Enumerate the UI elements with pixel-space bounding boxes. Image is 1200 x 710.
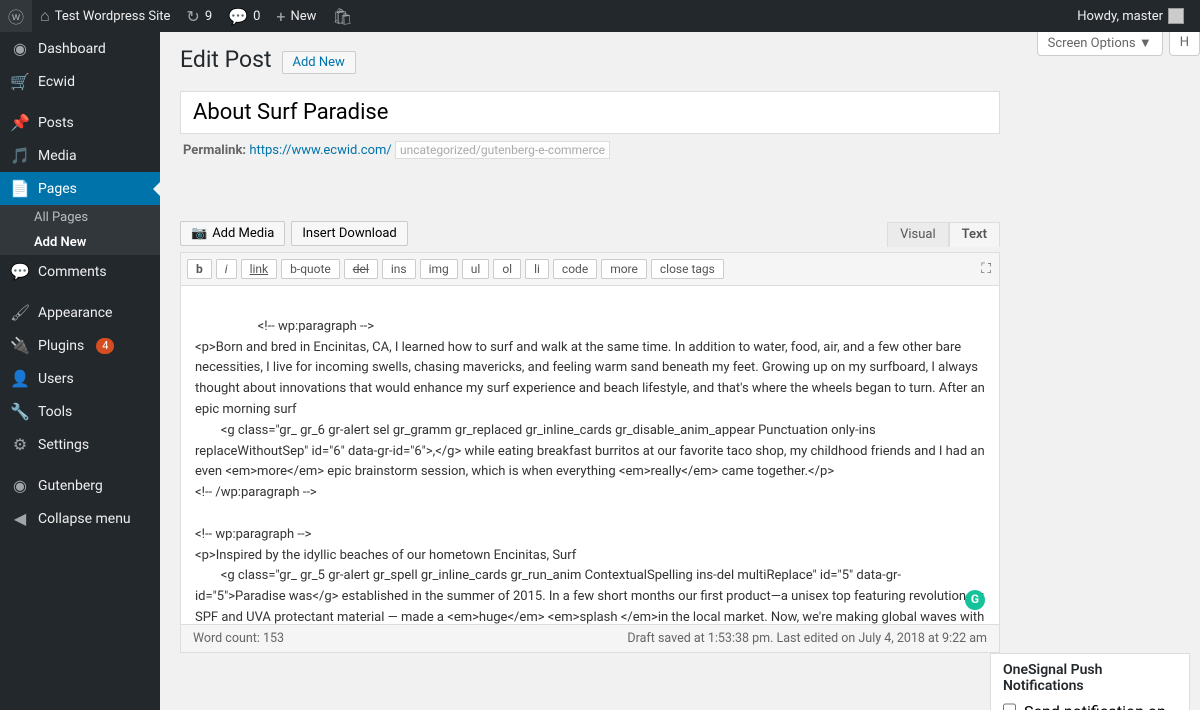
wordpress-icon: ⓦ [8,4,24,28]
grammarly-icon[interactable]: G [965,590,985,610]
tab-text[interactable]: Text [949,222,1000,247]
qt-link[interactable]: link [241,259,278,279]
add-new-button[interactable]: Add New [282,51,356,74]
onesignal-checkbox[interactable] [1003,702,1016,710]
help-button[interactable]: H [1169,32,1200,56]
sidebar-item-ecwid[interactable]: 🛒Ecwid [0,65,160,98]
editor-statusbar: Word count: 153 Draft saved at 1:53:38 p… [180,625,1000,653]
sidebar-item-plugins[interactable]: 🔌Plugins4 [0,329,160,362]
insert-download-button[interactable]: Insert Download [291,221,407,246]
avatar-icon [1168,8,1184,24]
comments-link[interactable]: 💬0 [220,0,268,32]
admin-toolbar: ⓦ ⌂ Test Wordpress Site ↻9 💬0 +New 🛍 Howd… [0,0,1200,32]
sidebar-item-dashboard[interactable]: ◉Dashboard [0,32,160,65]
sidebar-item-tools[interactable]: 🔧Tools [0,395,160,428]
toolbar-right: Howdy, master [1069,8,1192,24]
save-status: Draft saved at 1:53:38 pm. Last edited o… [627,631,987,646]
qt-close[interactable]: close tags [651,259,724,279]
metabox-column: OneSignal Push Notifications Send notifi… [990,653,1190,710]
updates-link[interactable]: ↻9 [178,0,220,32]
sidebar-item-comments[interactable]: 💬Comments [0,255,160,288]
box-onesignal: OneSignal Push Notifications Send notifi… [990,653,1190,710]
qt-code[interactable]: code [553,259,597,279]
camera-icon: 📷 [191,226,207,241]
permalink-row: Permalink: https://www.ecwid.com/ uncate… [180,140,1000,161]
ecwid-icon: 🛒 [10,72,30,91]
qt-bold[interactable]: b [187,259,212,279]
screen-meta: Screen Options ▼ H [1037,32,1200,56]
plug-icon: 🔌 [10,336,30,355]
editor-tabs: Visual Text [887,222,1000,247]
word-count: Word count: 153 [193,631,284,646]
tab-visual[interactable]: Visual [887,222,949,247]
fullscreen-icon[interactable]: ⛶ [981,261,991,277]
sidebar-item-settings[interactable]: ⚙Settings [0,428,160,461]
qt-bquote[interactable]: b-quote [281,259,340,279]
refresh-icon: ↻ [186,7,199,26]
plus-icon: + [276,7,285,26]
account-link[interactable]: Howdy, master [1069,8,1192,24]
gutenberg-icon: ◉ [10,476,30,495]
sidebar-item-users[interactable]: 👤Users [0,362,160,395]
woo-link[interactable]: 🛍 [324,0,360,32]
site-name: Test Wordpress Site [55,9,171,24]
page-title: Edit Post [180,46,272,73]
qt-img[interactable]: img [420,259,458,279]
comment-icon: 💬 [228,7,248,26]
wrench-icon: 🔧 [10,402,30,421]
pages-icon: 📄 [10,179,30,198]
pin-icon: 📌 [10,113,30,132]
sidebar-sub-all-pages[interactable]: All Pages [0,205,160,230]
sidebar-sub-add-new[interactable]: Add New [0,230,160,255]
toolbar-left: ⓦ ⌂ Test Wordpress Site ↻9 💬0 +New 🛍 [0,0,361,32]
qt-del[interactable]: del [344,259,378,279]
plugins-badge: 4 [96,338,114,354]
cart-icon: 🛍 [332,7,352,26]
sidebar-item-appearance[interactable]: 🖌Appearance [0,296,160,329]
sidebar-collapse[interactable]: ◀Collapse menu [0,502,160,535]
new-content-link[interactable]: +New [268,0,324,32]
brush-icon: 🖌 [10,303,30,322]
home-icon: ⌂ [40,6,50,26]
qt-li[interactable]: li [525,259,549,279]
comments-icon: 💬 [10,262,30,281]
qt-italic[interactable]: i [216,259,237,279]
qt-ins[interactable]: ins [382,259,416,279]
qt-ol[interactable]: ol [493,259,521,279]
screen-options-button[interactable]: Screen Options ▼ [1037,32,1163,56]
wp-logo[interactable]: ⓦ [0,0,32,32]
collapse-icon: ◀ [10,509,30,528]
admin-sidebar: ◉Dashboard 🛒Ecwid 📌Posts 🎵Media 📄Pages A… [0,32,160,710]
post-title-input[interactable]: About Surf Paradise [180,91,1000,134]
sidebar-item-pages[interactable]: 📄Pages [0,172,160,205]
site-name-link[interactable]: ⌂ Test Wordpress Site [32,0,178,32]
dashboard-icon: ◉ [10,39,30,58]
qt-more[interactable]: more [601,259,647,279]
permalink-slug[interactable]: uncategorized/gutenberg-e-commerce [395,141,610,159]
sidebar-item-media[interactable]: 🎵Media [0,139,160,172]
quicktags-toolbar: b i link b-quote del ins img ul ol li co… [180,252,1000,285]
sliders-icon: ⚙ [10,435,30,454]
add-media-button[interactable]: 📷Add Media [180,221,285,246]
media-buttons-row: 📷Add Media Insert Download Visual Text [180,221,1000,246]
main-content: Screen Options ▼ H Edit Post Add New Abo… [160,32,1200,710]
media-icon: 🎵 [10,146,30,165]
sidebar-item-posts[interactable]: 📌Posts [0,106,160,139]
content-textarea[interactable]: <!-- wp:paragraph --> <p>Born and bred i… [180,285,1000,625]
permalink-base[interactable]: https://www.ecwid.com/ [249,143,391,158]
editor-column: About Surf Paradise Permalink: https://w… [180,91,1000,653]
qt-ul[interactable]: ul [462,259,490,279]
user-icon: 👤 [10,369,30,388]
sidebar-item-gutenberg[interactable]: ◉Gutenberg [0,469,160,502]
